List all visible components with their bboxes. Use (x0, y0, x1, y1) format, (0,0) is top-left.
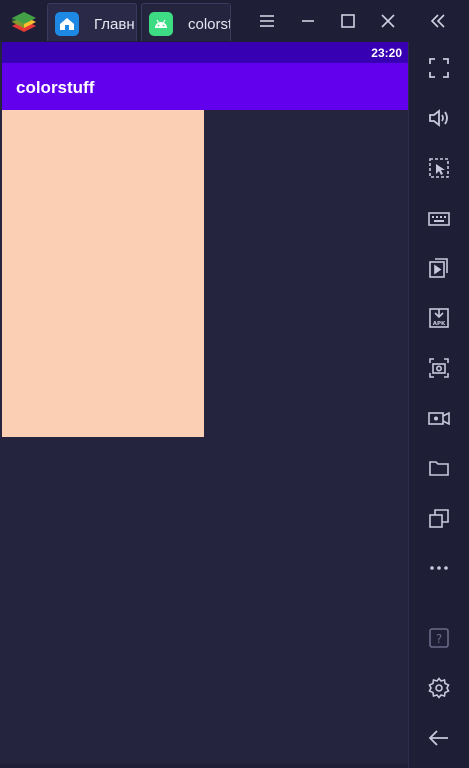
bottom-edge (0, 764, 408, 768)
minimize-icon[interactable] (295, 8, 321, 34)
status-clock: 23:20 (371, 46, 402, 60)
android-screen: 23:20 colorstuff (2, 42, 408, 764)
select-region-icon[interactable] (426, 155, 452, 181)
collapse-sidebar-icon[interactable] (425, 8, 451, 34)
color-block (2, 110, 204, 437)
back-icon[interactable] (426, 725, 452, 751)
tab-home[interactable]: Главн (47, 3, 137, 41)
record-video-icon[interactable] (426, 405, 452, 431)
svg-text:?: ? (436, 632, 442, 646)
more-icon[interactable] (426, 555, 452, 581)
menu-icon[interactable] (254, 8, 280, 34)
settings-icon[interactable] (426, 675, 452, 701)
maximize-icon[interactable] (335, 8, 361, 34)
svg-text:APK: APK (433, 321, 446, 327)
tab-colorstuff-label: colorstuff (188, 16, 230, 33)
volume-icon[interactable] (426, 105, 452, 131)
app-title: colorstuff (16, 78, 95, 97)
close-icon[interactable] (375, 8, 401, 34)
folder-icon[interactable] (426, 455, 452, 481)
apk-install-icon[interactable]: APK (426, 305, 452, 331)
help-icon[interactable]: ? (426, 625, 452, 651)
keyboard-icon[interactable] (426, 205, 452, 231)
emulator-window: Главн colorstuff 23:20 colorstuf (0, 0, 469, 768)
status-bar: 23:20 (2, 42, 408, 63)
title-bar: Главн colorstuff (0, 0, 469, 42)
side-toolbar: APK ? (408, 42, 469, 768)
screenshot-icon[interactable] (426, 355, 452, 381)
bluestacks-logo-icon[interactable] (8, 6, 40, 38)
fullscreen-icon[interactable] (426, 55, 452, 81)
app-bar: colorstuff (2, 63, 408, 110)
media-icon[interactable] (426, 255, 452, 281)
app-content (2, 110, 408, 764)
multi-instance-icon[interactable] (426, 505, 452, 531)
home-icon (55, 12, 79, 36)
tab-home-label: Главн (94, 16, 135, 33)
android-icon (149, 12, 173, 36)
tab-colorstuff[interactable]: colorstuff (141, 3, 231, 41)
